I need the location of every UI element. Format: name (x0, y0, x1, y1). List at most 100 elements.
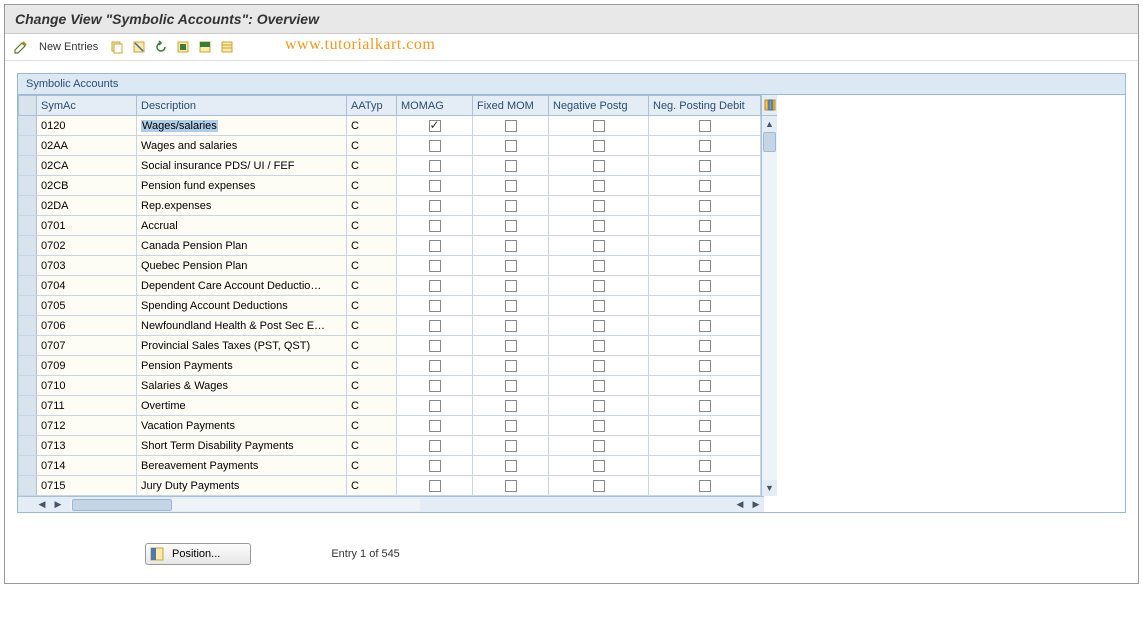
checkbox[interactable] (505, 260, 517, 272)
row-selector[interactable] (19, 436, 37, 456)
checkbox[interactable] (505, 480, 517, 492)
row-selector[interactable] (19, 136, 37, 156)
cell-momag[interactable] (397, 136, 473, 156)
cell-description[interactable]: Vacation Payments (137, 416, 347, 436)
row-selector[interactable] (19, 416, 37, 436)
scroll-left-icon[interactable]: ◀ (34, 497, 50, 513)
cell-negative-postg[interactable] (549, 216, 649, 236)
checkbox[interactable] (429, 200, 441, 212)
cell-description[interactable]: Pension Payments (137, 356, 347, 376)
checkbox[interactable] (505, 200, 517, 212)
checkbox[interactable] (699, 420, 711, 432)
row-selector[interactable] (19, 196, 37, 216)
cell-symac[interactable]: 02DA (37, 196, 137, 216)
checkbox[interactable] (593, 200, 605, 212)
row-selector[interactable] (19, 216, 37, 236)
cell-fixed-mom[interactable] (473, 476, 549, 496)
cell-description[interactable]: Pension fund expenses (137, 176, 347, 196)
cell-momag[interactable] (397, 196, 473, 216)
cell-symac[interactable]: 0710 (37, 376, 137, 396)
cell-fixed-mom[interactable] (473, 196, 549, 216)
checkbox[interactable] (699, 240, 711, 252)
col-header-momag[interactable]: MOMAG (397, 96, 473, 116)
cell-negative-postg[interactable] (549, 116, 649, 136)
cell-neg-posting-debit[interactable] (649, 116, 761, 136)
checkbox[interactable] (593, 280, 605, 292)
cell-neg-posting-debit[interactable] (649, 256, 761, 276)
checkbox[interactable] (429, 460, 441, 472)
cell-aatyp[interactable]: C (347, 476, 397, 496)
checkbox[interactable] (699, 220, 711, 232)
checkbox[interactable] (699, 360, 711, 372)
checkbox[interactable] (593, 320, 605, 332)
cell-symac[interactable]: 0701 (37, 216, 137, 236)
hscroll-thumb[interactable] (72, 499, 172, 511)
cell-negative-postg[interactable] (549, 396, 649, 416)
cell-aatyp[interactable]: C (347, 376, 397, 396)
cell-symac[interactable]: 0705 (37, 296, 137, 316)
row-selector[interactable] (19, 116, 37, 136)
cell-description[interactable]: Short Term Disability Payments (137, 436, 347, 456)
cell-aatyp[interactable]: C (347, 416, 397, 436)
row-selector[interactable] (19, 156, 37, 176)
checkbox[interactable] (699, 280, 711, 292)
row-selector[interactable] (19, 356, 37, 376)
cell-symac[interactable]: 0713 (37, 436, 137, 456)
cell-description[interactable]: Spending Account Deductions (137, 296, 347, 316)
checkbox[interactable] (429, 480, 441, 492)
cell-neg-posting-debit[interactable] (649, 196, 761, 216)
cell-fixed-mom[interactable] (473, 456, 549, 476)
cell-fixed-mom[interactable] (473, 356, 549, 376)
vscroll-track[interactable] (762, 132, 777, 480)
cell-description[interactable]: Wages/salaries (137, 116, 347, 136)
checkbox[interactable] (699, 300, 711, 312)
checkbox[interactable] (505, 440, 517, 452)
checkbox[interactable] (429, 420, 441, 432)
cell-momag[interactable] (397, 176, 473, 196)
checkbox[interactable] (593, 420, 605, 432)
cell-description[interactable]: Quebec Pension Plan (137, 256, 347, 276)
checkbox[interactable] (429, 320, 441, 332)
cell-symac[interactable]: 02CB (37, 176, 137, 196)
cell-negative-postg[interactable] (549, 176, 649, 196)
cell-symac[interactable]: 0711 (37, 396, 137, 416)
configure-columns-icon[interactable] (762, 95, 777, 116)
checkbox[interactable] (593, 400, 605, 412)
cell-aatyp[interactable]: C (347, 136, 397, 156)
cell-neg-posting-debit[interactable] (649, 276, 761, 296)
horizontal-scrollbar[interactable]: ◀ ▶ ◀ ▶ (18, 496, 764, 512)
row-selector[interactable] (19, 396, 37, 416)
col-header-fixed-mom[interactable]: Fixed MOM (473, 96, 549, 116)
checkbox[interactable] (505, 140, 517, 152)
cell-description[interactable]: Newfoundland Health & Post Sec E… (137, 316, 347, 336)
cell-fixed-mom[interactable] (473, 176, 549, 196)
cell-negative-postg[interactable] (549, 476, 649, 496)
checkbox[interactable] (699, 120, 711, 132)
cell-negative-postg[interactable] (549, 316, 649, 336)
cell-aatyp[interactable]: C (347, 356, 397, 376)
cell-aatyp[interactable]: C (347, 436, 397, 456)
cell-symac[interactable]: 0702 (37, 236, 137, 256)
row-selector[interactable] (19, 316, 37, 336)
cell-negative-postg[interactable] (549, 336, 649, 356)
checkbox[interactable] (593, 140, 605, 152)
cell-aatyp[interactable]: C (347, 176, 397, 196)
col-header-aatyp[interactable]: AATyp (347, 96, 397, 116)
checkbox[interactable] (593, 180, 605, 192)
hscroll-track[interactable] (70, 499, 420, 511)
cell-neg-posting-debit[interactable] (649, 316, 761, 336)
checkbox[interactable] (699, 140, 711, 152)
checkbox[interactable] (429, 360, 441, 372)
checkbox[interactable] (699, 400, 711, 412)
cell-description[interactable]: Accrual (137, 216, 347, 236)
cell-fixed-mom[interactable] (473, 276, 549, 296)
checkbox[interactable] (429, 160, 441, 172)
cell-symac[interactable]: 0715 (37, 476, 137, 496)
cell-symac[interactable]: 0709 (37, 356, 137, 376)
row-selector[interactable] (19, 256, 37, 276)
checkbox[interactable] (699, 380, 711, 392)
checkbox[interactable] (593, 460, 605, 472)
select-block-icon[interactable] (196, 38, 214, 56)
checkbox[interactable] (593, 380, 605, 392)
cell-neg-posting-debit[interactable] (649, 356, 761, 376)
